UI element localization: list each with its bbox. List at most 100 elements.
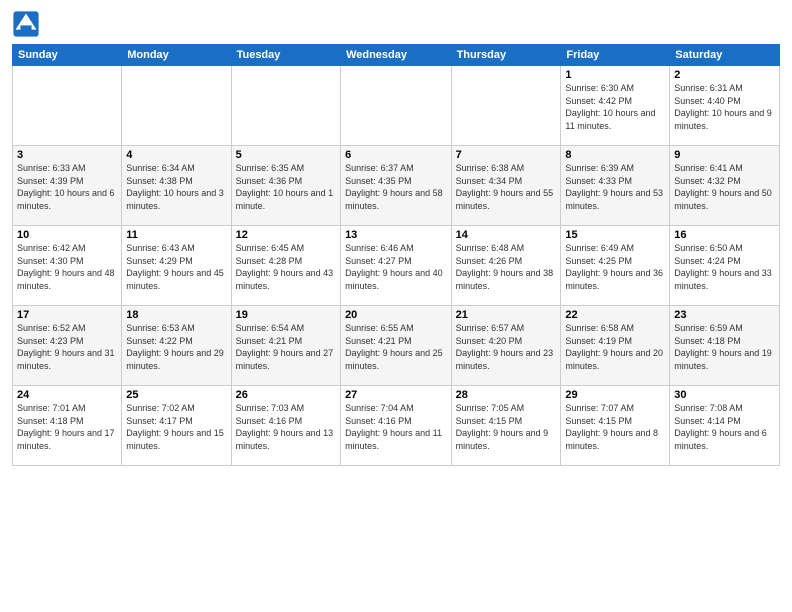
day-info: Sunrise: 6:30 AM Sunset: 4:42 PM Dayligh…	[565, 82, 665, 132]
day-info: Sunrise: 6:37 AM Sunset: 4:35 PM Dayligh…	[345, 162, 447, 212]
day-number: 22	[565, 309, 665, 321]
calendar-week-5: 24Sunrise: 7:01 AM Sunset: 4:18 PM Dayli…	[13, 386, 780, 466]
weekday-header-monday: Monday	[122, 45, 231, 66]
day-info: Sunrise: 6:33 AM Sunset: 4:39 PM Dayligh…	[17, 162, 117, 212]
day-info: Sunrise: 6:45 AM Sunset: 4:28 PM Dayligh…	[236, 242, 336, 292]
day-info: Sunrise: 6:35 AM Sunset: 4:36 PM Dayligh…	[236, 162, 336, 212]
calendar-cell: 21Sunrise: 6:57 AM Sunset: 4:20 PM Dayli…	[451, 306, 561, 386]
calendar-cell: 1Sunrise: 6:30 AM Sunset: 4:42 PM Daylig…	[561, 66, 670, 146]
weekday-header-sunday: Sunday	[13, 45, 122, 66]
calendar-cell: 20Sunrise: 6:55 AM Sunset: 4:21 PM Dayli…	[341, 306, 452, 386]
day-info: Sunrise: 6:43 AM Sunset: 4:29 PM Dayligh…	[126, 242, 226, 292]
calendar-cell: 24Sunrise: 7:01 AM Sunset: 4:18 PM Dayli…	[13, 386, 122, 466]
day-info: Sunrise: 6:52 AM Sunset: 4:23 PM Dayligh…	[17, 322, 117, 372]
calendar-cell: 16Sunrise: 6:50 AM Sunset: 4:24 PM Dayli…	[670, 226, 780, 306]
calendar-cell: 9Sunrise: 6:41 AM Sunset: 4:32 PM Daylig…	[670, 146, 780, 226]
day-number: 1	[565, 69, 665, 81]
weekday-header-friday: Friday	[561, 45, 670, 66]
calendar-cell: 13Sunrise: 6:46 AM Sunset: 4:27 PM Dayli…	[341, 226, 452, 306]
weekday-header-tuesday: Tuesday	[231, 45, 340, 66]
day-number: 18	[126, 309, 226, 321]
day-info: Sunrise: 6:41 AM Sunset: 4:32 PM Dayligh…	[674, 162, 775, 212]
day-number: 23	[674, 309, 775, 321]
day-info: Sunrise: 7:02 AM Sunset: 4:17 PM Dayligh…	[126, 402, 226, 452]
day-info: Sunrise: 6:46 AM Sunset: 4:27 PM Dayligh…	[345, 242, 447, 292]
day-info: Sunrise: 6:39 AM Sunset: 4:33 PM Dayligh…	[565, 162, 665, 212]
weekday-header-wednesday: Wednesday	[341, 45, 452, 66]
calendar-week-4: 17Sunrise: 6:52 AM Sunset: 4:23 PM Dayli…	[13, 306, 780, 386]
weekday-row: SundayMondayTuesdayWednesdayThursdayFrid…	[13, 45, 780, 66]
calendar-cell: 6Sunrise: 6:37 AM Sunset: 4:35 PM Daylig…	[341, 146, 452, 226]
day-info: Sunrise: 6:38 AM Sunset: 4:34 PM Dayligh…	[456, 162, 557, 212]
day-number: 19	[236, 309, 336, 321]
calendar: SundayMondayTuesdayWednesdayThursdayFrid…	[12, 44, 780, 466]
calendar-cell: 11Sunrise: 6:43 AM Sunset: 4:29 PM Dayli…	[122, 226, 231, 306]
day-number: 20	[345, 309, 447, 321]
calendar-cell	[341, 66, 452, 146]
calendar-cell: 7Sunrise: 6:38 AM Sunset: 4:34 PM Daylig…	[451, 146, 561, 226]
calendar-cell: 14Sunrise: 6:48 AM Sunset: 4:26 PM Dayli…	[451, 226, 561, 306]
calendar-cell: 8Sunrise: 6:39 AM Sunset: 4:33 PM Daylig…	[561, 146, 670, 226]
day-number: 9	[674, 149, 775, 161]
calendar-cell: 25Sunrise: 7:02 AM Sunset: 4:17 PM Dayli…	[122, 386, 231, 466]
day-number: 7	[456, 149, 557, 161]
day-number: 24	[17, 389, 117, 401]
page: SundayMondayTuesdayWednesdayThursdayFrid…	[0, 0, 792, 612]
header	[12, 10, 780, 38]
weekday-header-saturday: Saturday	[670, 45, 780, 66]
day-number: 5	[236, 149, 336, 161]
day-info: Sunrise: 6:57 AM Sunset: 4:20 PM Dayligh…	[456, 322, 557, 372]
weekday-header-thursday: Thursday	[451, 45, 561, 66]
day-info: Sunrise: 6:31 AM Sunset: 4:40 PM Dayligh…	[674, 82, 775, 132]
day-info: Sunrise: 6:55 AM Sunset: 4:21 PM Dayligh…	[345, 322, 447, 372]
day-info: Sunrise: 7:04 AM Sunset: 4:16 PM Dayligh…	[345, 402, 447, 452]
day-info: Sunrise: 6:42 AM Sunset: 4:30 PM Dayligh…	[17, 242, 117, 292]
day-info: Sunrise: 6:48 AM Sunset: 4:26 PM Dayligh…	[456, 242, 557, 292]
day-info: Sunrise: 6:53 AM Sunset: 4:22 PM Dayligh…	[126, 322, 226, 372]
day-number: 27	[345, 389, 447, 401]
day-number: 11	[126, 229, 226, 241]
day-number: 17	[17, 309, 117, 321]
day-info: Sunrise: 7:05 AM Sunset: 4:15 PM Dayligh…	[456, 402, 557, 452]
day-info: Sunrise: 7:01 AM Sunset: 4:18 PM Dayligh…	[17, 402, 117, 452]
day-info: Sunrise: 6:58 AM Sunset: 4:19 PM Dayligh…	[565, 322, 665, 372]
day-info: Sunrise: 6:50 AM Sunset: 4:24 PM Dayligh…	[674, 242, 775, 292]
calendar-cell: 4Sunrise: 6:34 AM Sunset: 4:38 PM Daylig…	[122, 146, 231, 226]
logo	[12, 10, 44, 38]
day-number: 29	[565, 389, 665, 401]
day-info: Sunrise: 6:49 AM Sunset: 4:25 PM Dayligh…	[565, 242, 665, 292]
day-number: 30	[674, 389, 775, 401]
day-number: 28	[456, 389, 557, 401]
day-number: 2	[674, 69, 775, 81]
calendar-cell: 28Sunrise: 7:05 AM Sunset: 4:15 PM Dayli…	[451, 386, 561, 466]
calendar-cell: 3Sunrise: 6:33 AM Sunset: 4:39 PM Daylig…	[13, 146, 122, 226]
calendar-week-2: 3Sunrise: 6:33 AM Sunset: 4:39 PM Daylig…	[13, 146, 780, 226]
calendar-cell: 26Sunrise: 7:03 AM Sunset: 4:16 PM Dayli…	[231, 386, 340, 466]
day-number: 10	[17, 229, 117, 241]
day-number: 26	[236, 389, 336, 401]
calendar-cell: 27Sunrise: 7:04 AM Sunset: 4:16 PM Dayli…	[341, 386, 452, 466]
day-info: Sunrise: 6:59 AM Sunset: 4:18 PM Dayligh…	[674, 322, 775, 372]
day-number: 21	[456, 309, 557, 321]
calendar-cell: 22Sunrise: 6:58 AM Sunset: 4:19 PM Dayli…	[561, 306, 670, 386]
logo-icon	[12, 10, 40, 38]
day-info: Sunrise: 6:54 AM Sunset: 4:21 PM Dayligh…	[236, 322, 336, 372]
day-number: 15	[565, 229, 665, 241]
calendar-body: 1Sunrise: 6:30 AM Sunset: 4:42 PM Daylig…	[13, 66, 780, 466]
calendar-cell: 2Sunrise: 6:31 AM Sunset: 4:40 PM Daylig…	[670, 66, 780, 146]
day-info: Sunrise: 7:07 AM Sunset: 4:15 PM Dayligh…	[565, 402, 665, 452]
day-number: 3	[17, 149, 117, 161]
calendar-cell	[122, 66, 231, 146]
day-number: 12	[236, 229, 336, 241]
day-number: 4	[126, 149, 226, 161]
calendar-cell: 23Sunrise: 6:59 AM Sunset: 4:18 PM Dayli…	[670, 306, 780, 386]
day-number: 25	[126, 389, 226, 401]
day-info: Sunrise: 6:34 AM Sunset: 4:38 PM Dayligh…	[126, 162, 226, 212]
day-info: Sunrise: 7:08 AM Sunset: 4:14 PM Dayligh…	[674, 402, 775, 452]
calendar-cell	[451, 66, 561, 146]
day-info: Sunrise: 7:03 AM Sunset: 4:16 PM Dayligh…	[236, 402, 336, 452]
day-number: 14	[456, 229, 557, 241]
calendar-cell: 30Sunrise: 7:08 AM Sunset: 4:14 PM Dayli…	[670, 386, 780, 466]
calendar-cell	[231, 66, 340, 146]
calendar-week-3: 10Sunrise: 6:42 AM Sunset: 4:30 PM Dayli…	[13, 226, 780, 306]
